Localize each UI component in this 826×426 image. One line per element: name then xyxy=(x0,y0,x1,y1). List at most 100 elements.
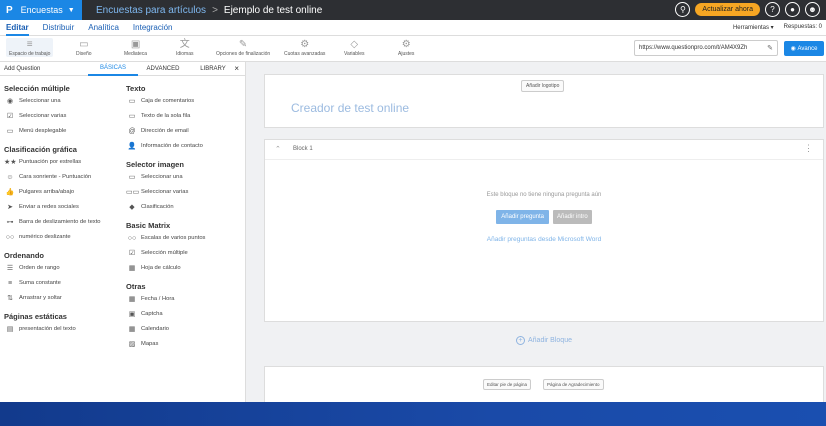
plus-icon: + xyxy=(516,336,525,345)
app-switcher[interactable]: P Encuestas ▼ xyxy=(0,0,82,20)
qtype-social-share[interactable]: ➤ Enviar a redes sociales xyxy=(4,204,122,211)
survey-url-field[interactable]: https://www.questionpro.com/t/AM4X9Zh ✎ xyxy=(634,40,778,56)
breadcrumb-survey: Ejemplo de test online xyxy=(223,4,323,16)
section-static-pages: Páginas estáticas xyxy=(4,312,67,321)
qtype-thumbs[interactable]: 👍 Pulgares arriba/abajo xyxy=(4,189,122,196)
scale-icon: ○○ xyxy=(127,235,137,242)
qtype-label: Selección múltiple xyxy=(141,250,188,256)
qtype-label: Arrastrar y soltar xyxy=(19,295,62,301)
tool-settings[interactable]: ⚙ Ajustes xyxy=(398,38,414,57)
qtype-comment-box[interactable]: ▭ Caja de comentarios xyxy=(126,98,242,105)
tool-quotas[interactable]: ⚙ Cuotas avanzadas xyxy=(284,38,325,57)
survey-url: https://www.questionpro.com/t/AM4X9Zh xyxy=(639,45,748,51)
qtype-constant-sum[interactable]: ≡ Suma constante xyxy=(4,280,122,287)
qtype-contact-info[interactable]: 👤 Información de contacto xyxy=(126,143,242,150)
tab-advanced[interactable]: ADVANCED xyxy=(138,66,188,72)
qtype-image-rating[interactable]: ◆ Clasificación xyxy=(126,204,242,211)
add-logo-button[interactable]: Añadir logotipo xyxy=(521,80,565,92)
image-multi-icon: ▭▭ xyxy=(126,189,140,196)
qtype-single-select[interactable]: ◉ Seleccionar una xyxy=(4,98,122,105)
qtype-matrix-multi[interactable]: ☑ Selección múltiple xyxy=(126,250,242,257)
qtype-label: numérico deslizante xyxy=(19,234,71,240)
qtype-text-slider[interactable]: ⊶ Barra de deslizamiento de texto xyxy=(4,219,122,226)
rank-icon: ☰ xyxy=(6,265,14,272)
qtype-single-row-text[interactable]: ▭ Texto de la sola fila xyxy=(126,113,242,120)
qtype-dropdown[interactable]: ▭ Menú desplegable xyxy=(4,128,122,135)
qtype-calendar[interactable]: ▦ Calendario xyxy=(126,326,242,333)
qtype-star-rating[interactable]: ★★ Puntuación por estrellas xyxy=(4,159,122,166)
add-intro-button[interactable]: Añadir intro xyxy=(553,210,592,224)
tool-variables[interactable]: ◇ Variables xyxy=(344,38,364,57)
tool-languages[interactable]: 文 Idiomas xyxy=(176,38,194,57)
qtype-drag-drop[interactable]: ⇅ Arrastrar y soltar xyxy=(4,295,122,302)
bell-icon[interactable]: ● xyxy=(785,2,800,17)
qtype-captcha[interactable]: ▣ Captcha xyxy=(126,311,242,318)
qtype-text-presentation[interactable]: ▤ presentación del texto xyxy=(4,326,122,333)
thank-you-page-button[interactable]: Página de Agradecimiento xyxy=(543,379,604,390)
menu-integracion[interactable]: Integración xyxy=(133,23,173,32)
panel-tabs: Add Question BÁSICAS ADVANCED LIBRARY × xyxy=(0,62,245,76)
tool-label: Cuotas avanzadas xyxy=(284,51,326,57)
qtype-email[interactable]: @ Dirección de email xyxy=(126,128,242,135)
preview-label: Avance xyxy=(797,45,818,52)
questionpro-logo: P xyxy=(6,4,13,16)
user-icon[interactable]: ☻ xyxy=(805,2,820,17)
preview-button[interactable]: ◉ Avance xyxy=(784,41,824,56)
qtype-label: Información de contacto xyxy=(141,143,203,149)
tools-menu[interactable]: Herramientas ▾ xyxy=(733,24,774,31)
import-word-link[interactable]: Añadir preguntas desde Microsoft Word xyxy=(265,236,823,243)
tab-basicas[interactable]: BÁSICAS xyxy=(88,62,138,76)
qtype-label: Seleccionar una xyxy=(19,98,61,104)
responses-count[interactable]: Respuestas: 0 xyxy=(784,24,822,31)
qtype-date-time[interactable]: ▦ Fecha / Hora xyxy=(126,296,242,303)
search-icon[interactable]: ⚲ xyxy=(675,2,691,17)
qtype-multipoint-scale[interactable]: ○○ Escalas de varios puntos xyxy=(126,235,242,242)
tool-label: Variables xyxy=(344,51,365,57)
survey-header-card: Añadir logotipo Creador de test online xyxy=(264,74,824,128)
qtype-spreadsheet[interactable]: ▦ Hoja de cálculo xyxy=(126,265,242,272)
empty-block-message: Este bloque no tiene ninguna pregunta aú… xyxy=(486,192,602,198)
add-block-button[interactable]: + Añadir Bloque xyxy=(516,336,572,345)
add-question-button[interactable]: Añadir pregunta xyxy=(496,210,549,224)
tool-workspace[interactable]: ≡ Espacio de trabajo xyxy=(6,38,54,57)
qtype-rank-order[interactable]: ☰ Orden de rango xyxy=(4,265,122,272)
tool-finish-options[interactable]: ✎ Opciones de finalización xyxy=(216,38,270,57)
qtype-numeric-slider[interactable]: ○○ numérico deslizante xyxy=(4,234,122,241)
survey-title[interactable]: Creador de test online xyxy=(291,101,409,115)
upgrade-button[interactable]: Actualizar ahora xyxy=(695,3,760,16)
menu-editar[interactable]: Editar xyxy=(6,23,29,36)
help-icon[interactable]: ? xyxy=(765,2,780,17)
breadcrumb-folder[interactable]: Encuestas para artículos xyxy=(96,5,206,16)
qtype-label: Seleccionar varias xyxy=(19,113,67,119)
qtype-image-multi[interactable]: ▭▭ Seleccionar varias xyxy=(126,189,242,196)
qtype-label: Seleccionar una xyxy=(141,174,183,180)
menu-analitica[interactable]: Analítica xyxy=(88,23,119,32)
quota-icon: ⚙ xyxy=(300,39,310,50)
gear-icon: ⚙ xyxy=(401,39,411,50)
qtype-label: Captcha xyxy=(141,311,163,317)
tool-design[interactable]: ▭ Diseño xyxy=(76,38,92,57)
menu-distribuir[interactable]: Distribuir xyxy=(43,23,75,32)
checkbox-icon: ☑ xyxy=(6,113,14,120)
text-field-icon: ▭ xyxy=(128,113,136,120)
tool-media[interactable]: ▣ Mediateca xyxy=(124,38,147,57)
more-options-icon[interactable]: ⋮ xyxy=(804,143,813,154)
app-name: Encuestas xyxy=(20,5,63,15)
qtype-label: Barra de deslizamiento de texto xyxy=(19,219,101,225)
qtype-maps[interactable]: ▨ Mapas xyxy=(126,341,242,348)
block-name[interactable]: Block 1 xyxy=(293,146,313,152)
qtype-label: Texto de la sola fila xyxy=(141,113,191,119)
question-types-col1: Selección múltiple ◉ Seleccionar una ☑ Sel… xyxy=(4,84,122,341)
edit-footer-button[interactable]: Editar pie de página xyxy=(483,379,532,390)
pencil-icon[interactable]: ✎ xyxy=(767,44,773,52)
qtype-image-single[interactable]: ▭ Seleccionar una xyxy=(126,174,242,181)
tab-library[interactable]: LIBRARY xyxy=(188,66,238,72)
qtype-smiley-rating[interactable]: ☺ Cara sonriente - Puntuación xyxy=(4,174,122,181)
close-icon[interactable]: × xyxy=(234,64,239,73)
toolbar: ≡ Espacio de trabajo ▭ Diseño ▣ Mediatec… xyxy=(0,36,826,62)
qtype-multi-select[interactable]: ☑ Seleccionar varias xyxy=(4,113,122,120)
add-question-panel: Add Question BÁSICAS ADVANCED LIBRARY × … xyxy=(0,62,246,402)
collapse-chevron-icon[interactable]: ⌃ xyxy=(275,145,281,153)
tool-label: Diseño xyxy=(76,51,92,57)
qtype-label: Puntuación por estrellas xyxy=(19,159,82,165)
